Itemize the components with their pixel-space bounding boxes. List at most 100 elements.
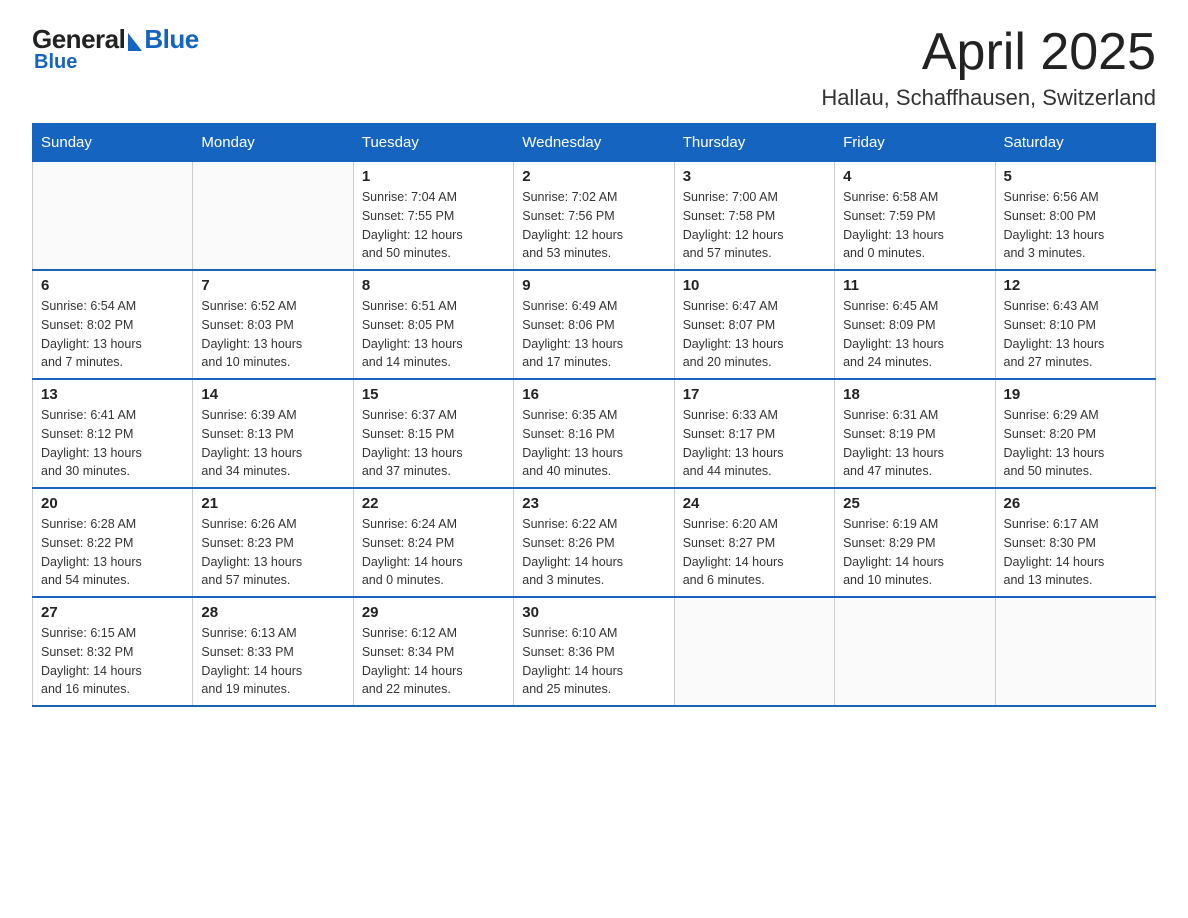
calendar-cell: 30 Sunrise: 6:10 AM Sunset: 8:36 PM Dayli… bbox=[514, 597, 674, 706]
day-number: 8 bbox=[362, 277, 505, 294]
calendar-week-row: 27Sunrise: 6:15 AM Sunset: 8:32 PM Dayli… bbox=[33, 597, 1156, 706]
day-info: Sunrise: 6:17 AM Sunset: 8:30 PM Dayligh… bbox=[1004, 515, 1147, 590]
calendar-cell: 6Sunrise: 6:54 AM Sunset: 8:02 PM Daylig… bbox=[33, 270, 193, 379]
day-number: 18 bbox=[843, 386, 986, 403]
day-number: 2 bbox=[522, 168, 665, 185]
day-number: 17 bbox=[683, 386, 826, 403]
day-info: Sunrise: 6:58 AM Sunset: 7:59 PM Dayligh… bbox=[843, 188, 986, 263]
calendar-cell: 15 Sunrise: 6:37 AM Sunset: 8:15 PM Dayli… bbox=[353, 379, 513, 488]
logo-bottom-text: Blue bbox=[34, 51, 77, 74]
day-number: 14 bbox=[201, 386, 344, 403]
day-number: 23 bbox=[522, 495, 665, 512]
calendar-week-row: 13 Sunrise: 6:41 AM Sunset: 8:12 PM Dayli… bbox=[33, 379, 1156, 488]
day-number: 22 bbox=[362, 495, 505, 512]
day-number: 13 bbox=[41, 386, 184, 403]
calendar-cell: 18 Sunrise: 6:31 AM Sunset: 8:19 PM Dayli… bbox=[835, 379, 995, 488]
calendar-cell: 1 Sunrise: 7:04 AM Sunset: 7:55 PM Daylig… bbox=[353, 162, 513, 271]
calendar-cell: 14 Sunrise: 6:39 AM Sunset: 8:13 PM Dayli… bbox=[193, 379, 353, 488]
day-info: Sunrise: 6:52 AM Sunset: 8:03 PM Dayligh… bbox=[201, 297, 344, 372]
day-info: Sunrise: 6:56 AM Sunset: 8:00 PM Dayligh… bbox=[1004, 188, 1147, 263]
calendar-cell bbox=[33, 162, 193, 271]
day-info: Sunrise: 6:12 AM Sunset: 8:34 PM Dayligh… bbox=[362, 624, 505, 699]
calendar-cell: 20Sunrise: 6:28 AM Sunset: 8:22 PM Dayli… bbox=[33, 488, 193, 597]
day-number: 15 bbox=[362, 386, 505, 403]
day-info: Sunrise: 6:37 AM Sunset: 8:15 PM Dayligh… bbox=[362, 406, 505, 481]
main-title: April 2025 bbox=[821, 24, 1156, 81]
calendar-cell: 3 Sunrise: 7:00 AM Sunset: 7:58 PM Daylig… bbox=[674, 162, 834, 271]
day-number: 29 bbox=[362, 604, 505, 621]
weekday-header-thursday: Thursday bbox=[674, 124, 834, 162]
calendar-cell bbox=[995, 597, 1155, 706]
calendar-cell: 21Sunrise: 6:26 AM Sunset: 8:23 PM Dayli… bbox=[193, 488, 353, 597]
calendar-cell: 8 Sunrise: 6:51 AM Sunset: 8:05 PM Daylig… bbox=[353, 270, 513, 379]
day-info: Sunrise: 7:02 AM Sunset: 7:56 PM Dayligh… bbox=[522, 188, 665, 263]
day-info: Sunrise: 7:00 AM Sunset: 7:58 PM Dayligh… bbox=[683, 188, 826, 263]
weekday-header-sunday: Sunday bbox=[33, 124, 193, 162]
weekday-header-wednesday: Wednesday bbox=[514, 124, 674, 162]
day-number: 1 bbox=[362, 168, 505, 185]
calendar-cell: 27Sunrise: 6:15 AM Sunset: 8:32 PM Dayli… bbox=[33, 597, 193, 706]
calendar-cell: 13 Sunrise: 6:41 AM Sunset: 8:12 PM Dayli… bbox=[33, 379, 193, 488]
day-info: Sunrise: 6:10 AM Sunset: 8:36 PM Dayligh… bbox=[522, 624, 665, 699]
calendar-cell: 24Sunrise: 6:20 AM Sunset: 8:27 PM Dayli… bbox=[674, 488, 834, 597]
day-number: 27 bbox=[41, 604, 184, 621]
day-number: 9 bbox=[522, 277, 665, 294]
day-number: 19 bbox=[1004, 386, 1147, 403]
day-info: Sunrise: 6:33 AM Sunset: 8:17 PM Dayligh… bbox=[683, 406, 826, 481]
calendar-week-row: 20Sunrise: 6:28 AM Sunset: 8:22 PM Dayli… bbox=[33, 488, 1156, 597]
title-block: April 2025 Hallau, Schaffhausen, Switzer… bbox=[821, 24, 1156, 111]
day-number: 28 bbox=[201, 604, 344, 621]
day-info: Sunrise: 6:31 AM Sunset: 8:19 PM Dayligh… bbox=[843, 406, 986, 481]
calendar-cell: 29 Sunrise: 6:12 AM Sunset: 8:34 PM Dayli… bbox=[353, 597, 513, 706]
calendar-table: SundayMondayTuesdayWednesdayThursdayFrid… bbox=[32, 123, 1156, 707]
calendar-cell: 9 Sunrise: 6:49 AM Sunset: 8:06 PM Daylig… bbox=[514, 270, 674, 379]
calendar-week-row: 6Sunrise: 6:54 AM Sunset: 8:02 PM Daylig… bbox=[33, 270, 1156, 379]
day-info: Sunrise: 6:19 AM Sunset: 8:29 PM Dayligh… bbox=[843, 515, 986, 590]
calendar-cell: 10 Sunrise: 6:47 AM Sunset: 8:07 PM Dayli… bbox=[674, 270, 834, 379]
logo-blue-text: Blue bbox=[144, 24, 198, 55]
day-number: 21 bbox=[201, 495, 344, 512]
weekday-header-monday: Monday bbox=[193, 124, 353, 162]
day-number: 7 bbox=[201, 277, 344, 294]
day-number: 10 bbox=[683, 277, 826, 294]
day-info: Sunrise: 6:39 AM Sunset: 8:13 PM Dayligh… bbox=[201, 406, 344, 481]
day-info: Sunrise: 6:35 AM Sunset: 8:16 PM Dayligh… bbox=[522, 406, 665, 481]
calendar-cell bbox=[835, 597, 995, 706]
calendar-cell: 7 Sunrise: 6:52 AM Sunset: 8:03 PM Daylig… bbox=[193, 270, 353, 379]
day-info: Sunrise: 6:49 AM Sunset: 8:06 PM Dayligh… bbox=[522, 297, 665, 372]
day-number: 6 bbox=[41, 277, 184, 294]
calendar-body: 1 Sunrise: 7:04 AM Sunset: 7:55 PM Daylig… bbox=[33, 162, 1156, 707]
calendar-cell: 23 Sunrise: 6:22 AM Sunset: 8:26 PM Dayli… bbox=[514, 488, 674, 597]
calendar-header: SundayMondayTuesdayWednesdayThursdayFrid… bbox=[33, 124, 1156, 162]
calendar-cell: 5 Sunrise: 6:56 AM Sunset: 8:00 PM Daylig… bbox=[995, 162, 1155, 271]
day-info: Sunrise: 6:28 AM Sunset: 8:22 PM Dayligh… bbox=[41, 515, 184, 590]
day-info: Sunrise: 7:04 AM Sunset: 7:55 PM Dayligh… bbox=[362, 188, 505, 263]
day-number: 12 bbox=[1004, 277, 1147, 294]
calendar-week-row: 1 Sunrise: 7:04 AM Sunset: 7:55 PM Daylig… bbox=[33, 162, 1156, 271]
day-info: Sunrise: 6:22 AM Sunset: 8:26 PM Dayligh… bbox=[522, 515, 665, 590]
day-info: Sunrise: 6:41 AM Sunset: 8:12 PM Dayligh… bbox=[41, 406, 184, 481]
calendar-cell: 12Sunrise: 6:43 AM Sunset: 8:10 PM Dayli… bbox=[995, 270, 1155, 379]
logo: General Blue Blue bbox=[32, 24, 199, 74]
day-info: Sunrise: 6:45 AM Sunset: 8:09 PM Dayligh… bbox=[843, 297, 986, 372]
day-info: Sunrise: 6:24 AM Sunset: 8:24 PM Dayligh… bbox=[362, 515, 505, 590]
day-info: Sunrise: 6:29 AM Sunset: 8:20 PM Dayligh… bbox=[1004, 406, 1147, 481]
day-info: Sunrise: 6:51 AM Sunset: 8:05 PM Dayligh… bbox=[362, 297, 505, 372]
calendar-cell bbox=[193, 162, 353, 271]
logo-triangle-icon bbox=[128, 33, 142, 51]
calendar-cell: 17 Sunrise: 6:33 AM Sunset: 8:17 PM Dayli… bbox=[674, 379, 834, 488]
calendar-cell: 28Sunrise: 6:13 AM Sunset: 8:33 PM Dayli… bbox=[193, 597, 353, 706]
day-number: 3 bbox=[683, 168, 826, 185]
calendar-cell: 22 Sunrise: 6:24 AM Sunset: 8:24 PM Dayli… bbox=[353, 488, 513, 597]
day-number: 5 bbox=[1004, 168, 1147, 185]
calendar-cell: 2 Sunrise: 7:02 AM Sunset: 7:56 PM Daylig… bbox=[514, 162, 674, 271]
calendar-cell: 4 Sunrise: 6:58 AM Sunset: 7:59 PM Daylig… bbox=[835, 162, 995, 271]
calendar-cell: 19 Sunrise: 6:29 AM Sunset: 8:20 PM Dayli… bbox=[995, 379, 1155, 488]
calendar-cell bbox=[674, 597, 834, 706]
day-info: Sunrise: 6:47 AM Sunset: 8:07 PM Dayligh… bbox=[683, 297, 826, 372]
day-number: 30 bbox=[522, 604, 665, 621]
day-number: 16 bbox=[522, 386, 665, 403]
weekday-header-row: SundayMondayTuesdayWednesdayThursdayFrid… bbox=[33, 124, 1156, 162]
day-number: 4 bbox=[843, 168, 986, 185]
day-number: 25 bbox=[843, 495, 986, 512]
